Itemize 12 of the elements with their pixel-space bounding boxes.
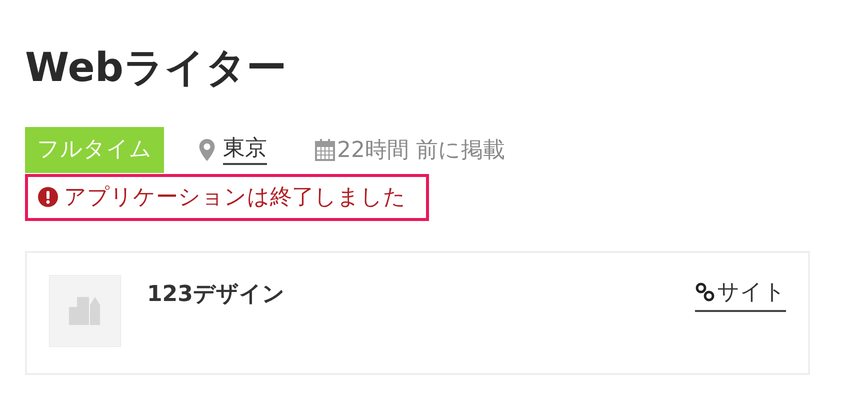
- location-link[interactable]: 東京: [223, 135, 267, 165]
- building-icon: [49, 275, 121, 347]
- job-type-tag: フルタイム: [25, 127, 164, 173]
- alert-message: アプリケーションは終了しました: [64, 184, 406, 212]
- alert-icon: [38, 187, 58, 207]
- company-name: 123デザイン: [147, 281, 286, 309]
- job-title: Webライター: [25, 44, 288, 93]
- link-icon: [695, 282, 715, 302]
- calendar-icon: [315, 139, 335, 161]
- website-link[interactable]: サイト: [695, 277, 786, 312]
- posted-time: 22時間 前に掲載: [337, 137, 505, 165]
- map-pin-icon: [199, 139, 215, 161]
